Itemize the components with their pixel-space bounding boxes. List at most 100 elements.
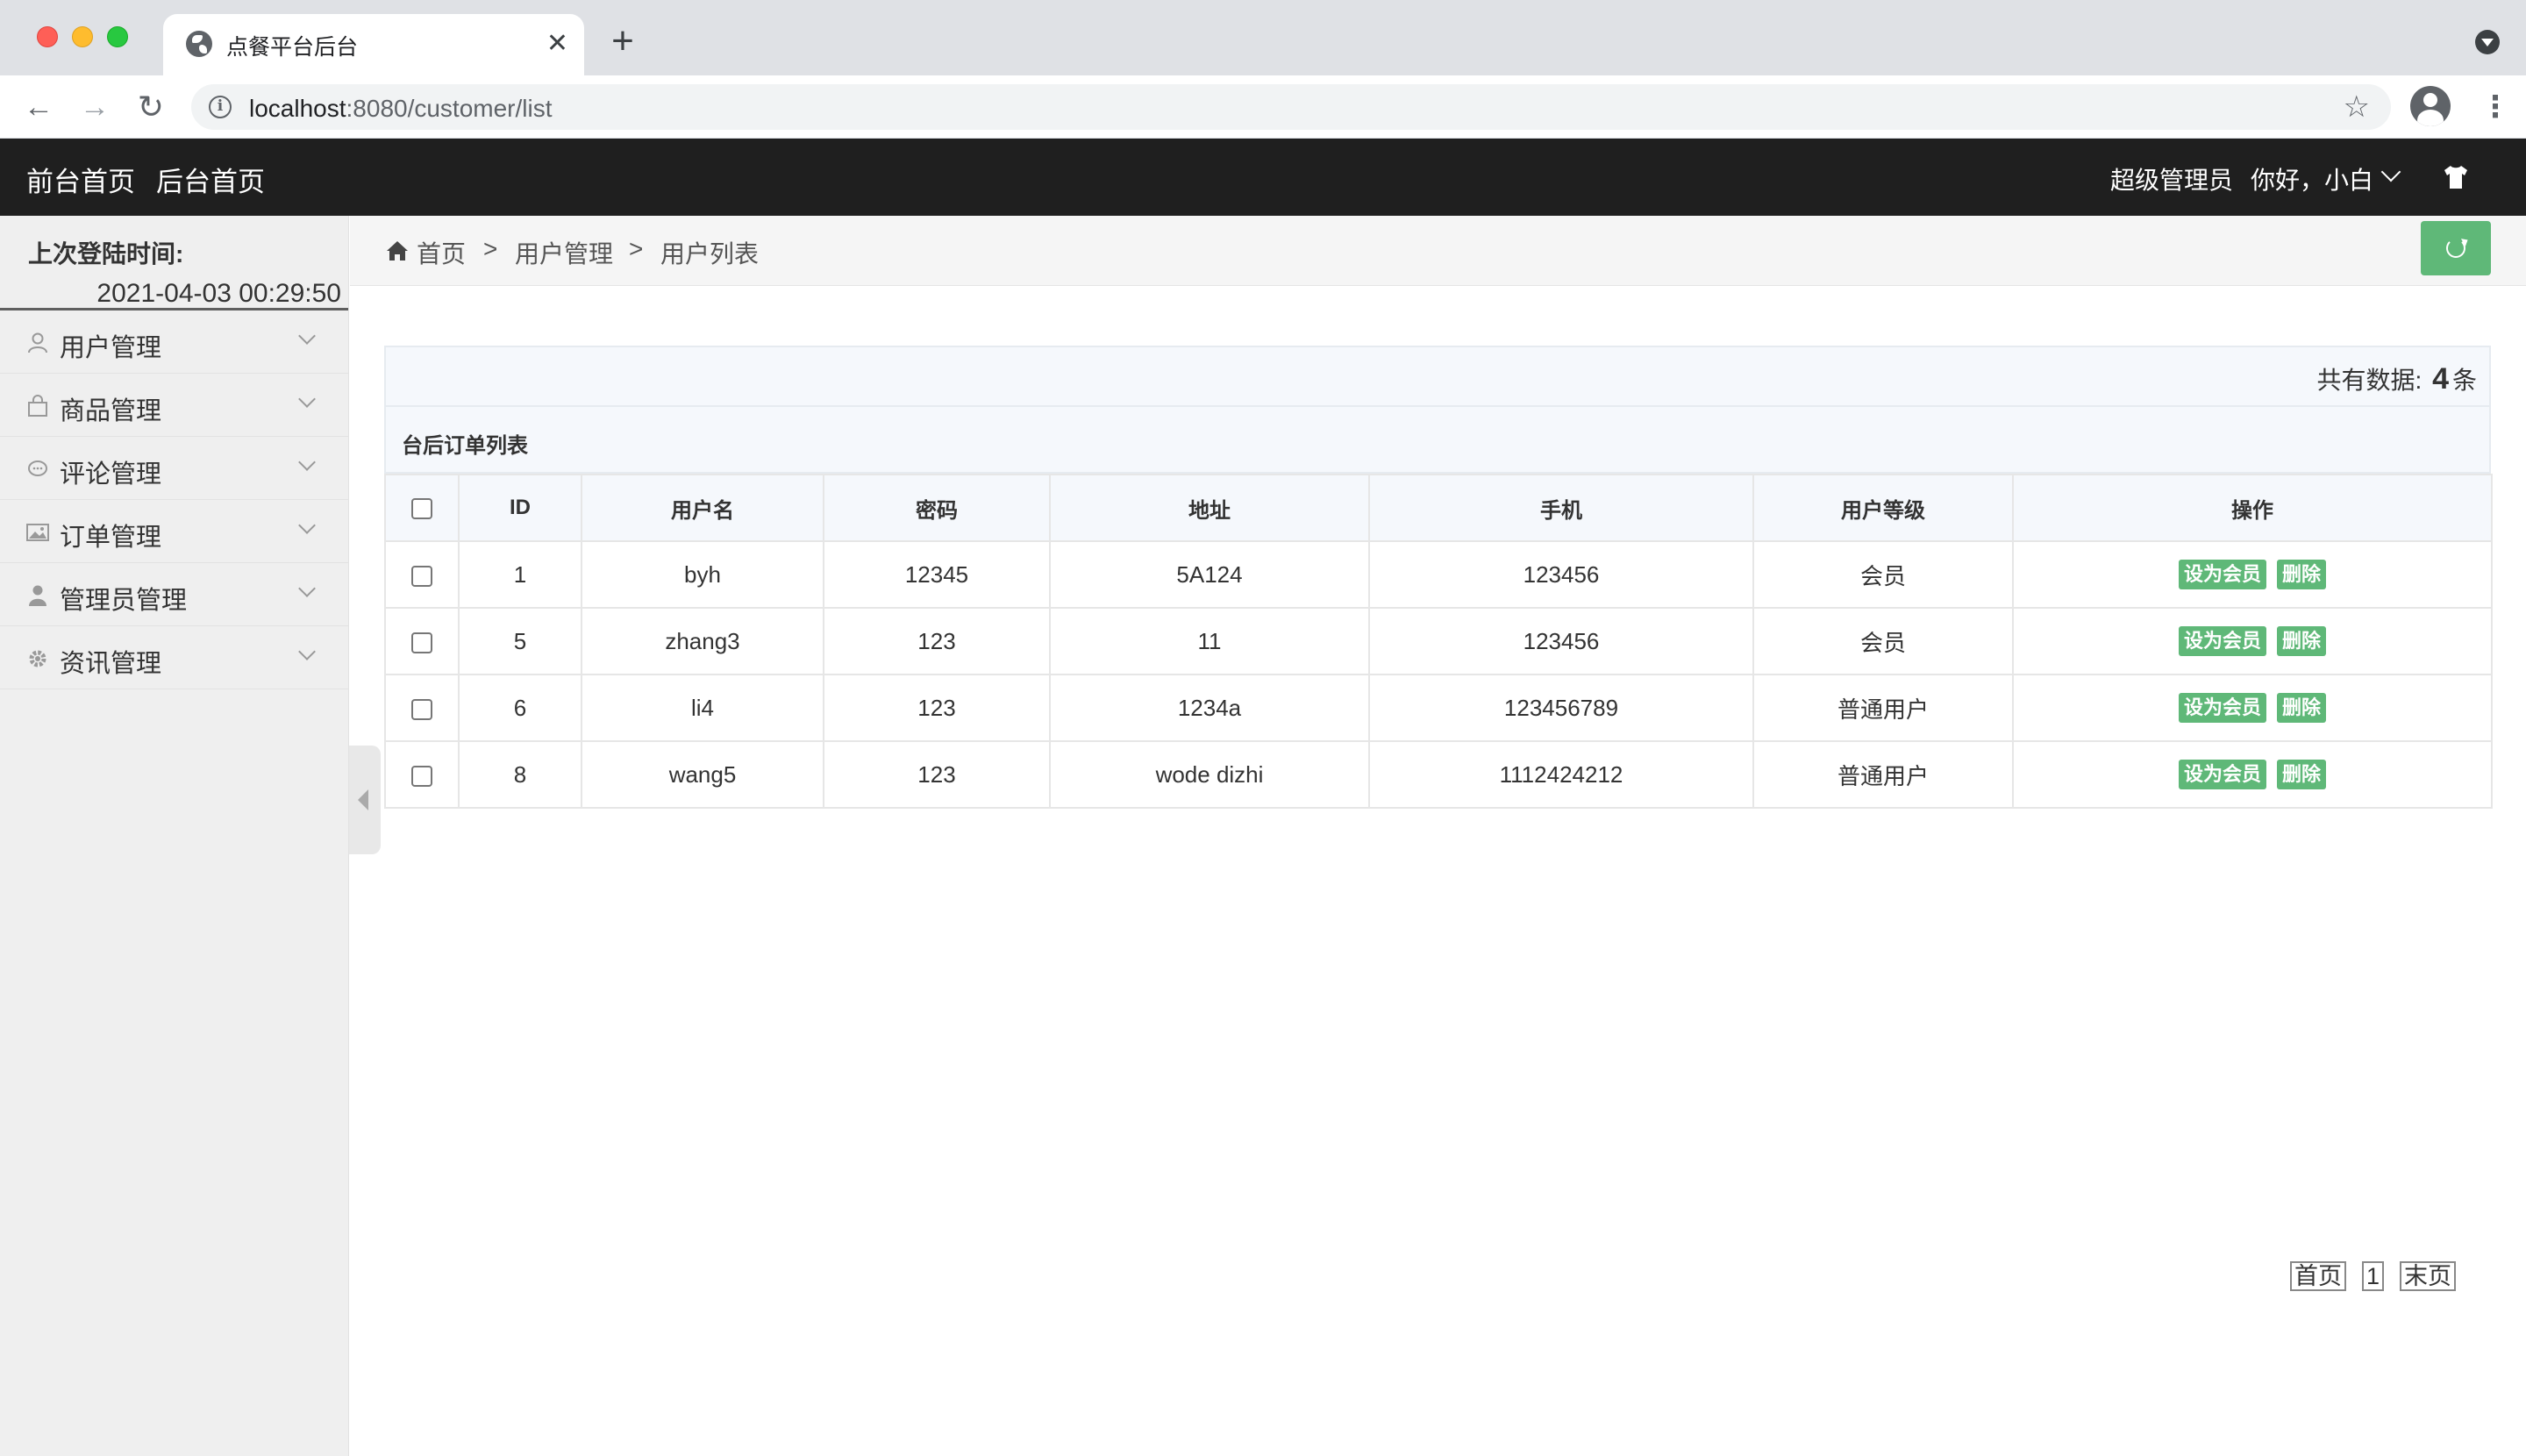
cell-level: 普通用户 bbox=[1752, 740, 2014, 809]
cell-username: zhang3 bbox=[581, 607, 824, 675]
row-checkbox[interactable] bbox=[411, 565, 432, 587]
gear-icon bbox=[29, 650, 46, 667]
info-icon[interactable]: i bbox=[209, 96, 232, 118]
window-maximize-button[interactable] bbox=[107, 26, 128, 47]
cell-address: 11 bbox=[1049, 607, 1370, 675]
sidebar-item-admin-management[interactable]: 管理员管理 bbox=[0, 563, 348, 626]
cell-address: 5A124 bbox=[1049, 540, 1370, 609]
cell-password: 123 bbox=[823, 607, 1051, 675]
tab-search-icon[interactable] bbox=[2475, 30, 2500, 54]
last-login-label: 上次登陆时间: bbox=[28, 240, 184, 268]
cell-username: li4 bbox=[581, 674, 824, 742]
app-header: 前台首页 后台首页 超级管理员 你好，小白 bbox=[0, 139, 2526, 216]
pagination-last-page[interactable]: 末页 bbox=[2400, 1261, 2456, 1291]
sidebar-item-comment-management[interactable]: 评论管理 bbox=[0, 437, 348, 500]
set-member-button[interactable]: 设为会员 bbox=[2178, 760, 2266, 790]
sidebar-item-label: 资讯管理 bbox=[60, 650, 162, 678]
sidebar-item-label: 管理员管理 bbox=[60, 587, 188, 615]
sidebar-item-user-management[interactable]: 用户管理 bbox=[0, 310, 348, 374]
new-tab-button[interactable]: + bbox=[605, 19, 640, 63]
image-icon bbox=[26, 524, 49, 541]
breadcrumb: 首页 > 用户管理 > 用户列表 bbox=[350, 216, 2526, 286]
row-select-cell bbox=[384, 540, 460, 609]
back-arrow-icon[interactable]: ← bbox=[19, 88, 58, 126]
forward-arrow-icon[interactable]: → bbox=[75, 88, 114, 126]
set-member-button[interactable]: 设为会员 bbox=[2178, 693, 2266, 724]
cell-actions: 设为会员 删除 bbox=[2012, 674, 2493, 742]
user-icon bbox=[28, 332, 47, 353]
cell-password: 123 bbox=[823, 740, 1051, 809]
sidebar-item-label: 商品管理 bbox=[60, 397, 162, 425]
chevron-down-icon bbox=[298, 327, 316, 345]
bookmark-star-icon[interactable]: ☆ bbox=[2344, 89, 2370, 125]
chevron-down-icon bbox=[298, 453, 316, 471]
cell-address: 1234a bbox=[1049, 674, 1370, 742]
cell-phone: 123456 bbox=[1368, 607, 1754, 675]
back-home-link[interactable]: 后台首页 bbox=[156, 160, 265, 199]
row-checkbox[interactable] bbox=[411, 632, 432, 653]
panel-title-bar: 台后订单列表 bbox=[384, 407, 2491, 474]
browser-tab[interactable]: 点餐平台后台 ✕ bbox=[163, 14, 584, 75]
last-login-box: 上次登陆时间: 2021-04-03 00:29:50 bbox=[0, 216, 348, 310]
select-all-cell bbox=[384, 474, 460, 542]
cell-phone: 123456789 bbox=[1368, 674, 1754, 742]
total-count: 共有数据: 4条 bbox=[2316, 362, 2478, 396]
window-close-button[interactable] bbox=[37, 26, 58, 47]
user-greeting[interactable]: 你好，小白 bbox=[2251, 161, 2373, 196]
panel-title: 台后订单列表 bbox=[402, 434, 528, 458]
globe-icon bbox=[186, 31, 212, 57]
row-checkbox[interactable] bbox=[411, 698, 432, 720]
shirt-icon[interactable] bbox=[2442, 163, 2470, 191]
cell-id: 6 bbox=[458, 674, 582, 742]
refresh-button[interactable] bbox=[2421, 221, 2491, 275]
column-header-actions: 操作 bbox=[2012, 474, 2493, 542]
set-member-button[interactable]: 设为会员 bbox=[2178, 560, 2266, 590]
column-header-level: 用户等级 bbox=[1752, 474, 2014, 542]
tab-close-icon[interactable]: ✕ bbox=[546, 26, 568, 61]
set-member-button[interactable]: 设为会员 bbox=[2178, 626, 2266, 657]
table-row: 8 wang5 123 wode dizhi 1112424212 普通用户 设… bbox=[384, 740, 2493, 809]
cell-address: wode dizhi bbox=[1049, 740, 1370, 809]
breadcrumb-user-management[interactable]: 用户管理 bbox=[515, 235, 613, 270]
table-row: 5 zhang3 123 11 123456 会员 设为会员 删除 bbox=[384, 607, 2493, 675]
sidebar-item-goods-management[interactable]: 商品管理 bbox=[0, 374, 348, 437]
menu-kebab-icon[interactable]: ⋮ bbox=[2480, 88, 2510, 126]
sidebar-item-news-management[interactable]: 资讯管理 bbox=[0, 626, 348, 689]
delete-button[interactable]: 删除 bbox=[2277, 626, 2327, 657]
pagination-page-1[interactable]: 1 bbox=[2361, 1261, 2384, 1291]
sidebar-collapse-handle[interactable] bbox=[349, 746, 381, 854]
cell-phone: 1112424212 bbox=[1368, 740, 1754, 809]
user-role: 超级管理员 bbox=[2110, 167, 2234, 194]
table-header-row: ID 用户名 密码 地址 手机 用户等级 操作 bbox=[384, 474, 2493, 542]
breadcrumb-separator: > bbox=[483, 235, 498, 262]
row-select-cell bbox=[384, 674, 460, 742]
window-minimize-button[interactable] bbox=[72, 26, 93, 47]
chevron-down-icon bbox=[298, 580, 316, 597]
delete-button[interactable]: 删除 bbox=[2277, 760, 2327, 790]
select-all-checkbox[interactable] bbox=[411, 497, 432, 519]
row-select-cell bbox=[384, 740, 460, 809]
column-header-id: ID bbox=[458, 474, 582, 542]
chevron-down-icon[interactable] bbox=[2380, 161, 2401, 182]
sidebar: 上次登陆时间: 2021-04-03 00:29:50 用户管理 商品管理 评论… bbox=[0, 216, 349, 1456]
table-row: 1 byh 12345 5A124 123456 会员 设为会员 删除 bbox=[384, 540, 2493, 609]
cell-level: 普通用户 bbox=[1752, 674, 2014, 742]
breadcrumb-home[interactable]: 首页 bbox=[417, 235, 466, 270]
address-bar[interactable]: i localhost:8080/customer/list ☆ bbox=[191, 84, 2391, 130]
cell-level: 会员 bbox=[1752, 540, 2014, 609]
refresh-icon bbox=[2446, 239, 2465, 258]
sidebar-item-order-management[interactable]: 订单管理 bbox=[0, 500, 348, 563]
profile-avatar-icon[interactable] bbox=[2410, 86, 2451, 126]
delete-button[interactable]: 删除 bbox=[2277, 560, 2327, 590]
delete-button[interactable]: 删除 bbox=[2277, 693, 2327, 724]
row-checkbox[interactable] bbox=[411, 765, 432, 787]
pagination-first-page[interactable]: 首页 bbox=[2289, 1261, 2346, 1291]
person-icon bbox=[29, 585, 46, 606]
reload-icon[interactable]: ↻ bbox=[132, 88, 170, 126]
cell-level: 会员 bbox=[1752, 607, 2014, 675]
last-login-time: 2021-04-03 00:29:50 bbox=[96, 279, 341, 308]
table-row: 6 li4 123 1234a 123456789 普通用户 设为会员 删除 bbox=[384, 674, 2493, 742]
sidebar-item-label: 订单管理 bbox=[60, 524, 162, 552]
url-text[interactable]: localhost:8080/customer/list bbox=[249, 95, 553, 123]
front-home-link[interactable]: 前台首页 bbox=[26, 160, 135, 199]
